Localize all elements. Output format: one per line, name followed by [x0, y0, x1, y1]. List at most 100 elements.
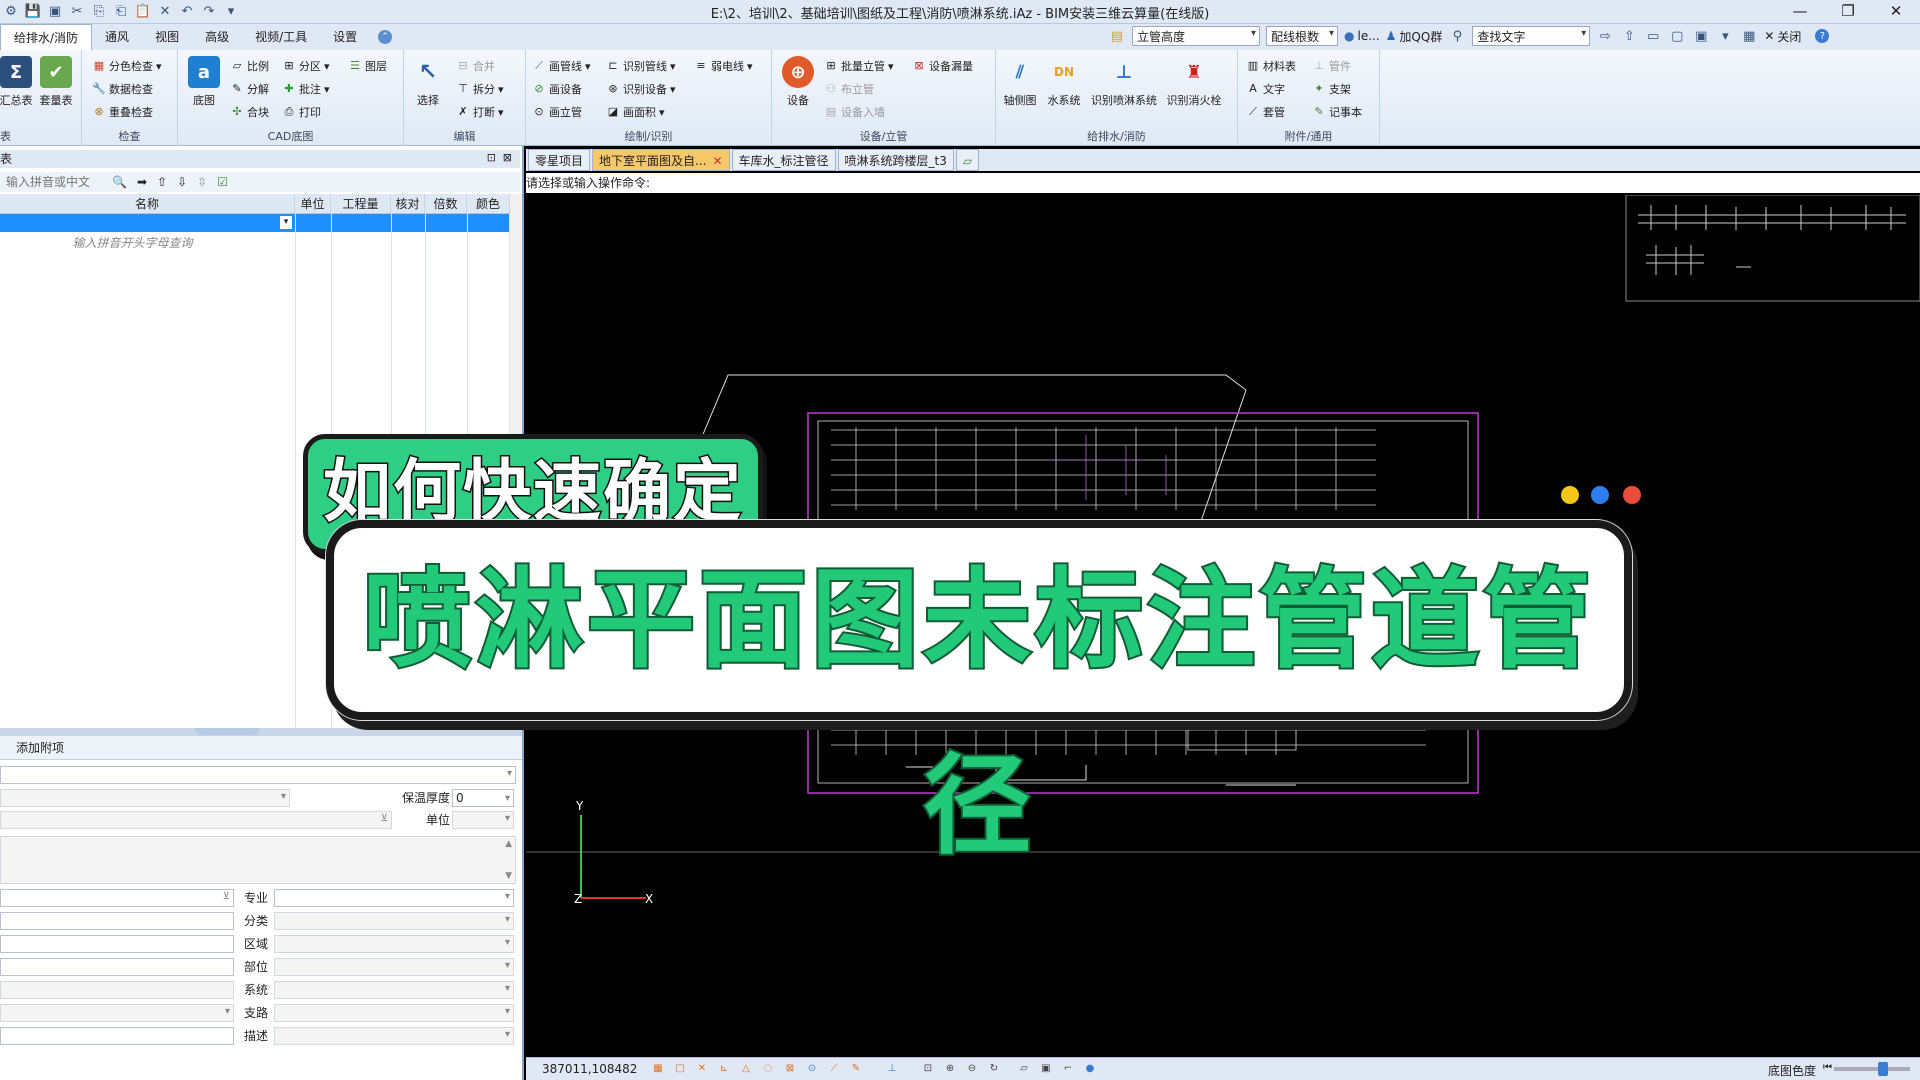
base-map-button[interactable]: a 底图 — [184, 56, 224, 108]
tab-water-fire[interactable]: 给排水/消防 — [0, 24, 93, 50]
settings-circle-icon[interactable]: ● — [1082, 1061, 1098, 1077]
osnap-icon[interactable]: ◌ — [760, 1061, 776, 1077]
polar-icon[interactable]: ⊾ — [716, 1061, 732, 1077]
tab-ventilation[interactable]: 通风 — [92, 24, 142, 50]
explode-button[interactable]: ✎ 分解 — [230, 81, 269, 97]
fitting-button[interactable]: ⊥ 管件 — [1312, 58, 1351, 74]
material-table-button[interactable]: ▥ 材料表 — [1246, 58, 1296, 74]
prop-field-major-left[interactable]: ⊻ — [0, 889, 234, 907]
search-icon[interactable]: 🔍 — [112, 175, 127, 189]
data-check-button[interactable]: 🔧 数据检查 — [92, 81, 153, 97]
step-icon[interactable]: ⌐ — [1060, 1061, 1076, 1077]
user-account[interactable]: ● le... — [1344, 29, 1380, 43]
join-qq-group-link[interactable]: ♟ 加QQ群 — [1386, 28, 1443, 45]
draw-pipe-button[interactable]: ⟋ 画管线 ▾ — [532, 58, 590, 74]
col-verify[interactable]: 核对 — [391, 194, 425, 213]
doc-tab-basement[interactable]: 地下室平面图及自... ✕ — [592, 149, 730, 171]
prop-field-branch-left[interactable]: ▾ — [0, 1004, 234, 1022]
tangent-icon[interactable]: ⟋ — [826, 1061, 842, 1077]
split-button[interactable]: ⊤ 拆分 ▾ — [456, 81, 503, 97]
col-name[interactable]: 名称 — [0, 194, 295, 213]
axonometric-button[interactable]: ⫽ 轴侧图 — [998, 56, 1042, 108]
identify-hydrant-button[interactable]: ♜ 识别消火栓 — [1162, 56, 1226, 108]
device-wall-button[interactable]: ▤ 设备入墙 — [824, 104, 885, 120]
center-icon[interactable]: ⊙ — [804, 1061, 820, 1077]
identify-device-button[interactable]: ⊛ 识别设备 ▾ — [606, 81, 675, 97]
panel-close-icon[interactable]: ⊠ — [503, 151, 512, 164]
layout-icon[interactable]: ▦ — [1740, 27, 1758, 45]
sleeve-button[interactable]: ⟋ 套管 — [1246, 104, 1285, 120]
base-map-color-slider[interactable] — [1834, 1062, 1910, 1076]
find-text-input[interactable]: 查找文字 ▾ — [1472, 26, 1591, 46]
area-select[interactable]: ▾ — [274, 935, 514, 953]
sort-icon[interactable]: ⇳ — [197, 175, 207, 189]
track-icon[interactable]: ⊠ — [782, 1061, 798, 1077]
tab-close-icon[interactable]: ✕ — [712, 154, 722, 168]
col-multiplier[interactable]: 倍数 — [425, 194, 467, 213]
close-window-button[interactable]: ✕ — [1872, 0, 1920, 24]
layout-view-icon[interactable]: ▣ — [1038, 1061, 1054, 1077]
pin-icon[interactable]: ⊡ — [487, 151, 496, 164]
branch-select[interactable]: ▾ — [274, 1004, 514, 1022]
window-tile-icon[interactable]: ▢ — [1668, 27, 1686, 45]
pinyin-search-input[interactable] — [0, 173, 112, 191]
pen-icon[interactable]: ✎ — [848, 1061, 864, 1077]
zoom-extents-icon[interactable]: ⊡ — [920, 1061, 936, 1077]
upload-icon[interactable]: ⇧ — [1620, 27, 1638, 45]
wiring-count-select[interactable]: 配线根数 ▾ — [1266, 26, 1338, 46]
close-button[interactable]: ✕ 关闭 — [1764, 28, 1801, 45]
col-quantity[interactable]: 工程量 — [331, 194, 391, 213]
print-button[interactable]: ⎙ 打印 — [282, 104, 321, 120]
row-dropdown-icon[interactable]: ▾ — [280, 216, 292, 229]
scale-button[interactable]: ▱ 比例 — [230, 58, 269, 74]
device-leak-button[interactable]: ⊠ 设备漏量 — [912, 58, 973, 74]
category-select[interactable]: ▾ — [274, 912, 514, 930]
monitor-icon[interactable]: ▣ — [1692, 27, 1710, 45]
checklist-icon[interactable]: ☑ — [217, 175, 228, 189]
zoom-out-icon[interactable]: ⊖ — [964, 1061, 980, 1077]
zoom-in-icon[interactable]: ⊕ — [942, 1061, 958, 1077]
overlap-check-button[interactable]: ⊗ 重叠检查 — [92, 104, 153, 120]
annotate-button[interactable]: ✚ 批注 ▾ — [282, 81, 329, 97]
move-down-icon[interactable]: ⇩ — [177, 175, 187, 189]
draw-area-button[interactable]: ◪ 画面积 ▾ — [606, 104, 665, 120]
identify-pipe-button[interactable]: ⊏ 识别管线 ▾ — [606, 58, 675, 74]
triangle-icon[interactable]: △ — [738, 1061, 754, 1077]
draw-riser-button[interactable]: ⊙ 画立管 — [532, 104, 582, 120]
selected-row[interactable]: ▾ — [0, 214, 510, 232]
view-box-icon[interactable]: ▱ — [1016, 1061, 1032, 1077]
add-item-tab[interactable]: 添加附项 — [16, 741, 64, 755]
merge-block-button[interactable]: ✣ 合块 — [230, 104, 269, 120]
prop-field-part-left[interactable] — [0, 958, 234, 976]
col-unit[interactable]: 单位 — [295, 194, 331, 213]
move-up-icon[interactable]: ⇧ — [157, 175, 167, 189]
bracket-button[interactable]: ✦ 支架 — [1312, 81, 1351, 97]
quota-table-button[interactable]: ✔ 套量表 — [36, 56, 76, 108]
restore-button[interactable]: ❐ — [1824, 0, 1872, 24]
place-riser-button[interactable]: ⚇ 布立管 — [824, 81, 874, 97]
command-line[interactable]: 请选择或输入操作命令: — [526, 173, 1920, 193]
slider-left-icon[interactable]: ⏮ — [1823, 1062, 1832, 1073]
grid-snap-icon[interactable]: ▦ — [650, 1061, 666, 1077]
prop-field-area-left[interactable] — [0, 935, 234, 953]
splitter-grip-icon[interactable] — [195, 728, 260, 735]
identify-sprinkler-button[interactable]: ⊥ 识别喷淋系统 — [1088, 56, 1160, 108]
prop-field-system-left[interactable] — [0, 981, 234, 999]
part-select[interactable]: ▾ — [274, 958, 514, 976]
ortho-icon[interactable]: □ — [672, 1061, 688, 1077]
col-color[interactable]: 颜色 — [467, 194, 510, 213]
select-button[interactable]: ↖ 选择 — [408, 56, 448, 108]
zone-button[interactable]: ⊞ 分区 ▾ — [282, 58, 329, 74]
rotate-view-icon[interactable]: ↻ — [986, 1061, 1002, 1077]
tab-view[interactable]: 视图 — [142, 24, 192, 50]
break-button[interactable]: ✗ 打断 ▾ — [456, 104, 503, 120]
draw-device-button[interactable]: ⊘ 画设备 — [532, 81, 582, 97]
notepad-button[interactable]: ✎ 记事本 — [1312, 104, 1362, 120]
text-button[interactable]: A 文字 — [1246, 81, 1285, 97]
forward-icon[interactable]: ⇨ — [1596, 27, 1614, 45]
merge-button[interactable]: ⊟ 合并 — [456, 58, 495, 74]
weak-current-button[interactable]: ≡ 弱电线 ▾ — [694, 58, 752, 74]
new-tab-button[interactable]: ▱ — [955, 149, 980, 171]
window-layout-icon[interactable]: ▭ — [1644, 27, 1662, 45]
prop-field-desc-left[interactable] — [0, 1027, 234, 1045]
